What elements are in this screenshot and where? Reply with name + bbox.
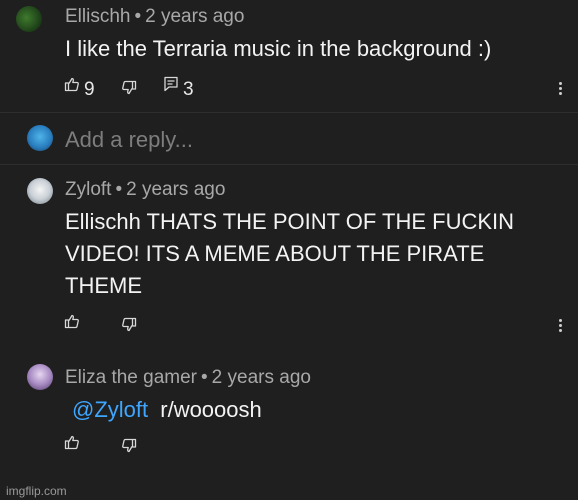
thumbs-down-icon[interactable] (121, 80, 137, 96)
mention-link[interactable]: @Zyloft (72, 397, 148, 422)
author-name[interactable]: Eliza the gamer (65, 367, 197, 388)
timestamp: 2 years ago (211, 367, 311, 388)
thumbs-up-icon[interactable] (64, 434, 80, 450)
reply-count: 3 (183, 79, 194, 100)
comment-text-line: THEME (65, 273, 142, 298)
reply-icon[interactable] (163, 76, 179, 92)
divider (0, 164, 578, 165)
thumbs-down-icon[interactable] (121, 438, 137, 454)
avatar[interactable] (27, 364, 53, 390)
more-vertical-icon[interactable] (559, 319, 563, 333)
comment-text: I like the Terraria music in the backgro… (65, 36, 492, 61)
comment-meta: Zyloft • 2 years ago (65, 179, 225, 201)
separator: • (134, 6, 142, 27)
timestamp: 2 years ago (126, 179, 226, 200)
like-count: 9 (84, 79, 95, 100)
avatar[interactable] (27, 125, 53, 151)
avatar[interactable] (16, 6, 42, 32)
thumbs-up-icon[interactable] (64, 76, 80, 92)
author-name[interactable]: Ellischh (65, 6, 130, 27)
avatar[interactable] (27, 178, 53, 204)
comment-text: @Zyloft r/woooosh (72, 394, 262, 425)
more-vertical-icon[interactable] (559, 82, 563, 96)
comment-text-line: VIDEO! ITS A MEME ABOUT THE PIRATE (65, 241, 485, 266)
separator: • (115, 179, 123, 200)
divider (0, 112, 578, 113)
reply-text: r/woooosh (160, 397, 262, 422)
watermark: imgflip.com (6, 484, 67, 498)
separator: • (201, 367, 208, 388)
reply-input[interactable]: Add a reply... (65, 127, 193, 153)
comment-meta: Eliza the gamer • 2 years ago (65, 367, 311, 389)
comment-text-line: Ellischh THATS THE POINT OF THE FUCKIN (65, 209, 515, 234)
timestamp: 2 years ago (145, 6, 245, 27)
author-name[interactable]: Zyloft (65, 179, 111, 200)
thumbs-up-icon[interactable] (64, 313, 80, 329)
comment-meta: Ellischh • 2 years ago (65, 6, 244, 28)
thumbs-down-icon[interactable] (121, 317, 137, 333)
